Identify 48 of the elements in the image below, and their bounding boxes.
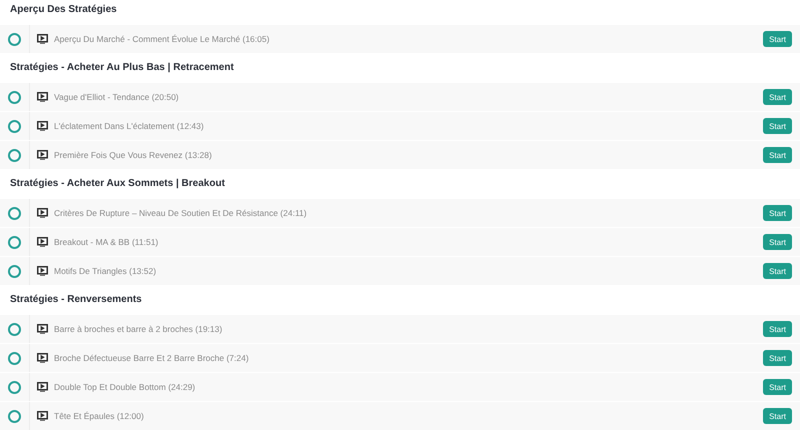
completion-circle-icon[interactable] xyxy=(8,148,21,162)
lesson-title[interactable]: Breakout - MA & BB (11:51) xyxy=(54,237,764,247)
video-icon xyxy=(37,353,48,363)
lesson-title[interactable]: Motifs De Triangles (13:52) xyxy=(54,266,764,276)
lesson-title[interactable]: Aperçu Du Marché - Comment Évolue Le Marché (16:05) xyxy=(54,34,764,44)
start-button[interactable]: Start xyxy=(763,205,792,221)
lesson-title[interactable]: Première Fois Que Vous Revenez (13:28) xyxy=(54,150,764,160)
completion-circle-icon[interactable] xyxy=(8,32,21,46)
lesson-title[interactable]: Barre à broches et barre à 2 broches (19:13) xyxy=(54,324,764,334)
video-icon xyxy=(37,324,48,334)
lesson-title[interactable]: Vague d'Elliot - Tendance (20:50) xyxy=(54,92,764,102)
start-button[interactable]: Start xyxy=(763,350,792,366)
video-icon xyxy=(37,92,48,102)
start-button[interactable]: Start xyxy=(763,321,792,337)
lesson-title[interactable]: Double Top Et Double Bottom (24:29) xyxy=(54,382,764,392)
completion-circle-icon[interactable] xyxy=(8,206,21,220)
section-title: Aperçu Des Stratégies xyxy=(9,3,118,17)
video-icon xyxy=(37,34,48,44)
start-button[interactable]: Start xyxy=(763,31,792,47)
completion-circle-icon[interactable] xyxy=(8,380,21,394)
section-title: Stratégies - Acheter Aux Sommets | Breakout xyxy=(9,177,226,191)
video-icon xyxy=(37,208,48,218)
start-button[interactable]: Start xyxy=(763,118,792,134)
completion-circle-icon[interactable] xyxy=(8,410,21,422)
start-button[interactable]: Start xyxy=(763,408,792,424)
lesson-title[interactable]: L'éclatement Dans L'éclatement (12:43) xyxy=(54,121,764,131)
completion-circle-icon[interactable] xyxy=(8,352,21,364)
video-icon xyxy=(37,150,48,160)
completion-circle-icon[interactable] xyxy=(8,322,21,336)
start-button[interactable]: Start xyxy=(763,89,792,105)
section-title: Stratégies - Renversements xyxy=(9,293,143,307)
completion-circle-icon[interactable] xyxy=(8,120,21,132)
video-icon xyxy=(37,411,48,421)
video-icon xyxy=(37,237,48,247)
video-icon xyxy=(37,382,48,392)
lesson-title[interactable]: Tête Et Épaules (12:00) xyxy=(54,411,764,421)
start-button[interactable]: Start xyxy=(763,147,792,163)
lesson-title[interactable]: Broche Défectueuse Barre Et 2 Barre Broche (7:24) xyxy=(54,353,764,363)
completion-circle-icon[interactable] xyxy=(8,264,21,278)
section-title: Stratégies - Acheter Au Plus Bas | Retracement xyxy=(9,61,235,75)
lesson-title[interactable]: Critères De Rupture – Niveau De Soutien Et De Résistance (24:11) xyxy=(54,208,764,218)
completion-circle-icon[interactable] xyxy=(8,90,21,104)
start-button[interactable]: Start xyxy=(763,263,792,279)
video-icon xyxy=(37,266,48,276)
completion-circle-icon[interactable] xyxy=(8,236,21,248)
video-icon xyxy=(37,121,48,131)
start-button[interactable]: Start xyxy=(763,379,792,395)
start-button[interactable]: Start xyxy=(763,234,792,250)
